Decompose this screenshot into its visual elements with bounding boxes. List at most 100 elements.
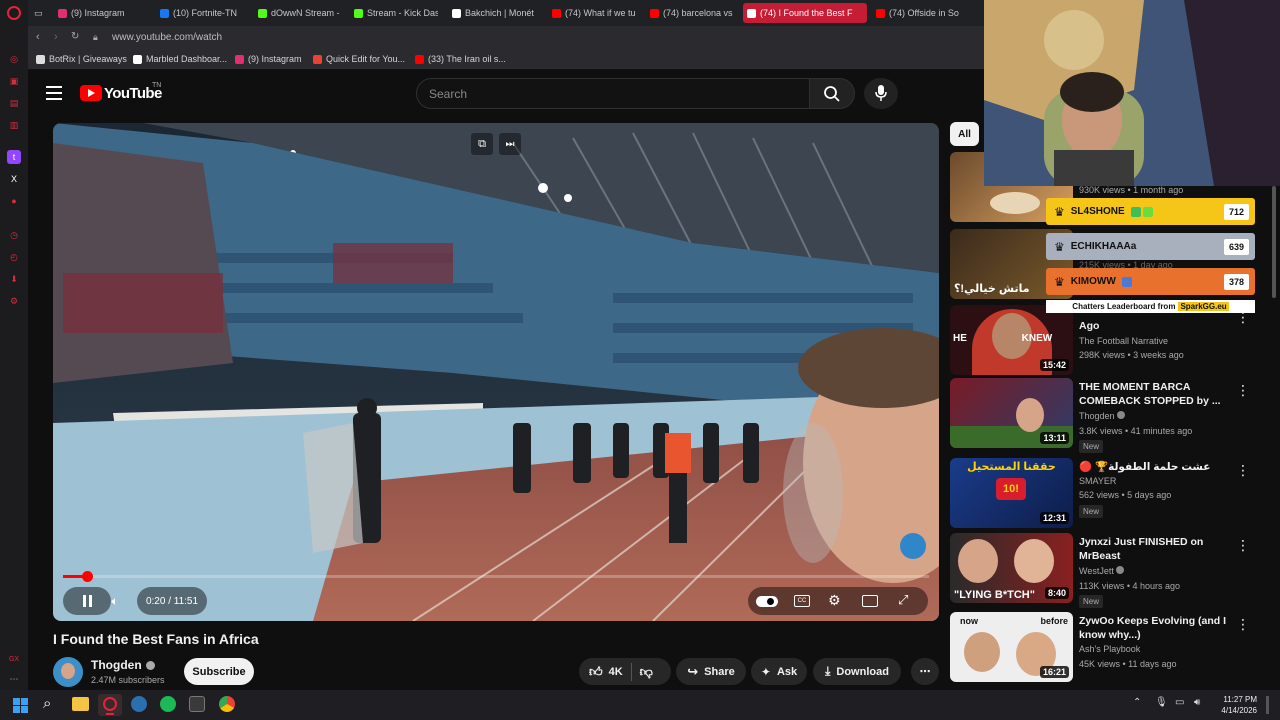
network-icon[interactable]: ▭ — [1175, 697, 1184, 708]
tray-mic-icon[interactable]: 🎙︎ — [1155, 697, 1168, 708]
video-title[interactable]: THE MOMENT BARCA COMEBACK STOPPED by ... — [1079, 380, 1229, 408]
tab[interactable]: (74) barcelona vs — [646, 3, 734, 23]
more-options-icon[interactable]: ⋮ — [1236, 462, 1250, 479]
tab[interactable]: (74) Offside in So — [872, 3, 972, 23]
tray-chevron-icon[interactable]: ⌃ — [1133, 697, 1141, 708]
video-thumbnail[interactable]: now before 16:21 — [950, 612, 1073, 682]
video-title[interactable]: Ago — [1079, 319, 1229, 333]
sidebar-messenger-icon[interactable]: ▤ — [7, 96, 21, 110]
more-options-icon[interactable]: ⋮ — [1236, 616, 1250, 633]
spotify-icon[interactable] — [160, 696, 176, 712]
captions-icon[interactable]: CC — [794, 595, 810, 607]
channel-name[interactable]: Thogden — [91, 658, 155, 672]
steam-icon[interactable] — [131, 696, 147, 712]
share-button[interactable]: ↪ Share — [676, 658, 746, 685]
video-title[interactable]: 🔴 🏆عشت حلمة الطفولة — [1079, 460, 1229, 474]
file-explorer-icon[interactable] — [72, 697, 89, 711]
bookmark-item[interactable]: (9) Instagram — [235, 54, 302, 64]
opera-logo-icon[interactable] — [7, 6, 21, 20]
video-thumbnail[interactable]: حققنا المستحيل 10! 12:31 — [950, 458, 1073, 528]
channel-avatar[interactable] — [53, 657, 83, 687]
tab[interactable]: (9) Instagram — [54, 3, 150, 23]
settings-icon[interactable]: ⚙ — [7, 294, 21, 308]
youtube-logo-icon[interactable] — [80, 85, 102, 101]
recommendation-item[interactable]: now before 16:21 ZywOo Keeps Evolving (a… — [950, 612, 1255, 684]
bookmark-item[interactable]: (33) The Iran oil s... — [415, 54, 506, 64]
hamburger-menu-icon[interactable] — [46, 86, 62, 100]
sidebar-wallet-icon[interactable]: ▥ — [7, 118, 21, 132]
tab[interactable]: (74) What if we tu — [548, 3, 636, 23]
xbox-icon[interactable] — [189, 696, 205, 712]
x-icon[interactable]: X — [7, 172, 21, 186]
forward-icon[interactable]: › — [54, 31, 58, 43]
like-count[interactable]: 4K — [609, 666, 623, 678]
progress-bar[interactable] — [63, 571, 929, 582]
bookmark-item[interactable]: Quick Edit for You... — [313, 54, 405, 64]
download-button[interactable]: ⤓ Download — [813, 658, 901, 685]
volume-icon[interactable]: 🔈︎ — [101, 587, 129, 615]
more-options-icon[interactable]: ⋮ — [1236, 537, 1250, 554]
subscribe-button[interactable]: Subscribe — [184, 658, 254, 685]
tab[interactable]: dOwwN Stream - — [254, 3, 342, 23]
history-icon[interactable]: ◴ — [7, 250, 21, 264]
channel-name[interactable]: The Football Narrative — [1079, 336, 1168, 346]
video-thumbnail[interactable]: HE KNEW 15:42 — [950, 305, 1073, 375]
miniplayer-icon[interactable]: ⧉ — [471, 133, 493, 155]
twitch-icon[interactable]: t — [7, 150, 21, 164]
video-title[interactable]: Jynxzi Just FINISHED on MrBeast — [1079, 535, 1229, 563]
fullscreen-icon[interactable]: ⤢ — [898, 592, 908, 608]
bookmark-item[interactable]: BotRix | Giveaways — [36, 54, 127, 64]
tab[interactable]: Stream - Kick Das — [350, 3, 438, 23]
taskbar-search-icon[interactable]: ⌕ — [43, 695, 51, 712]
autoplay-toggle[interactable] — [756, 596, 778, 607]
like-icon[interactable]: 👍︎ — [589, 664, 603, 680]
bookmark-item[interactable]: Marbled Dashboar... — [133, 54, 227, 64]
pause-icon[interactable] — [82, 595, 92, 607]
channel-name[interactable]: Ash's Playbook — [1079, 644, 1140, 654]
video-duration: 13:11 — [1040, 432, 1069, 444]
recommendation-item[interactable]: حققنا المستحيل 10! 12:31 🔴 🏆عشت حلمة الط… — [950, 458, 1255, 530]
recommendation-item[interactable]: "LYING B*TCH" 8:40 Jynxzi Just FINISHED … — [950, 533, 1255, 608]
sidebar-music-icon[interactable]: ● — [7, 194, 21, 208]
back-icon[interactable]: ‹ — [36, 31, 40, 43]
more-icon[interactable]: ⋯ — [7, 672, 21, 686]
tab[interactable]: Bakchich | Monét — [448, 3, 538, 23]
theater-mode-icon[interactable] — [862, 595, 878, 607]
tab-menu-icon[interactable]: ▭ — [30, 3, 48, 23]
recommendation-item[interactable]: HE KNEW 15:42 Ago The Football Narrative… — [950, 305, 1255, 377]
chrome-icon[interactable] — [219, 696, 235, 712]
sidebar-clock-icon[interactable]: ◷ — [7, 228, 21, 242]
video-title[interactable]: ZywOo Keeps Evolving (and I know why...) — [1079, 614, 1229, 642]
dislike-icon[interactable]: 👎︎ — [640, 664, 653, 680]
reload-icon[interactable]: ↻ — [71, 31, 79, 42]
opera-taskbar-item[interactable] — [98, 694, 122, 716]
sidebar-downloads-icon[interactable]: ⬇ — [7, 272, 21, 286]
video-player[interactable]: ⧉ ⏭︎ 🔈︎ 0:20 / 11:51 CC ⚙ ⤢ — [53, 123, 939, 621]
scrollbar-thumb[interactable] — [1272, 186, 1276, 298]
video-thumbnail[interactable]: "LYING B*TCH" 8:40 — [950, 533, 1073, 603]
gx-icon[interactable]: GX — [7, 652, 21, 666]
tab-active[interactable]: (74) I Found the Best F — [743, 3, 867, 23]
speaker-icon[interactable]: 🔊︎ — [1194, 697, 1200, 708]
ask-button[interactable]: ✦ Ask — [751, 658, 807, 685]
next-icon[interactable]: ⏭︎ — [499, 133, 521, 155]
video-thumbnail[interactable]: 13:11 — [950, 378, 1073, 448]
channel-name[interactable]: SMAYER — [1079, 476, 1116, 486]
recommendation-item[interactable]: 13:11 THE MOMENT BARCA COMEBACK STOPPED … — [950, 378, 1255, 453]
sidebar-bag-icon[interactable]: ▣ — [7, 74, 21, 88]
clock[interactable]: 11:27 PM 4/14/2026 — [1213, 694, 1257, 716]
tab[interactable]: (10) Fortnite-TN — [156, 3, 246, 23]
channel-name[interactable]: WestJett — [1079, 566, 1125, 576]
voice-search-button[interactable] — [864, 78, 898, 109]
show-desktop-button[interactable] — [1266, 696, 1269, 714]
filter-chip-all[interactable]: All — [950, 122, 979, 146]
search-button[interactable] — [809, 78, 855, 109]
settings-gear-icon[interactable]: ⚙ — [828, 592, 841, 609]
sidebar-aria-icon[interactable]: ◎ — [7, 52, 21, 66]
more-options-icon[interactable]: ⋮ — [1236, 382, 1250, 399]
channel-name[interactable]: Thogden — [1079, 411, 1126, 421]
more-actions-button[interactable]: ⋯ — [911, 658, 939, 685]
url-field[interactable]: www.youtube.com/watch — [112, 32, 222, 43]
windows-start-icon[interactable] — [13, 698, 28, 713]
search-input[interactable]: Search — [416, 78, 810, 109]
